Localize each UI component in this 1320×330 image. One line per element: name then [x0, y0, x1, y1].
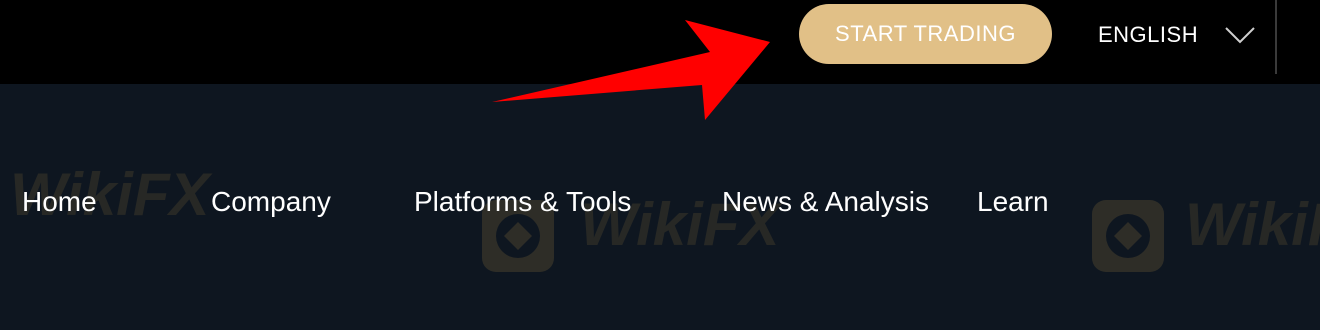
- nav-item-home[interactable]: Home: [22, 180, 97, 224]
- nav-item-learn[interactable]: Learn: [977, 180, 1049, 224]
- page: WikiFX WikiFX WikiFX START TRADING ENGLI…: [0, 0, 1320, 330]
- main-nav: Home Company Platforms & Tools News & An…: [0, 180, 1320, 224]
- chevron-down-icon[interactable]: [1224, 24, 1256, 46]
- start-trading-button[interactable]: START TRADING: [799, 4, 1052, 64]
- nav-item-company[interactable]: Company: [211, 180, 331, 224]
- red-arrow-annotation-icon: [492, 20, 770, 120]
- nav-item-news-analysis[interactable]: News & Analysis: [722, 180, 929, 224]
- language-selector[interactable]: ENGLISH: [1098, 20, 1198, 50]
- nav-item-platforms-tools[interactable]: Platforms & Tools: [414, 180, 631, 224]
- divider: [1275, 0, 1277, 74]
